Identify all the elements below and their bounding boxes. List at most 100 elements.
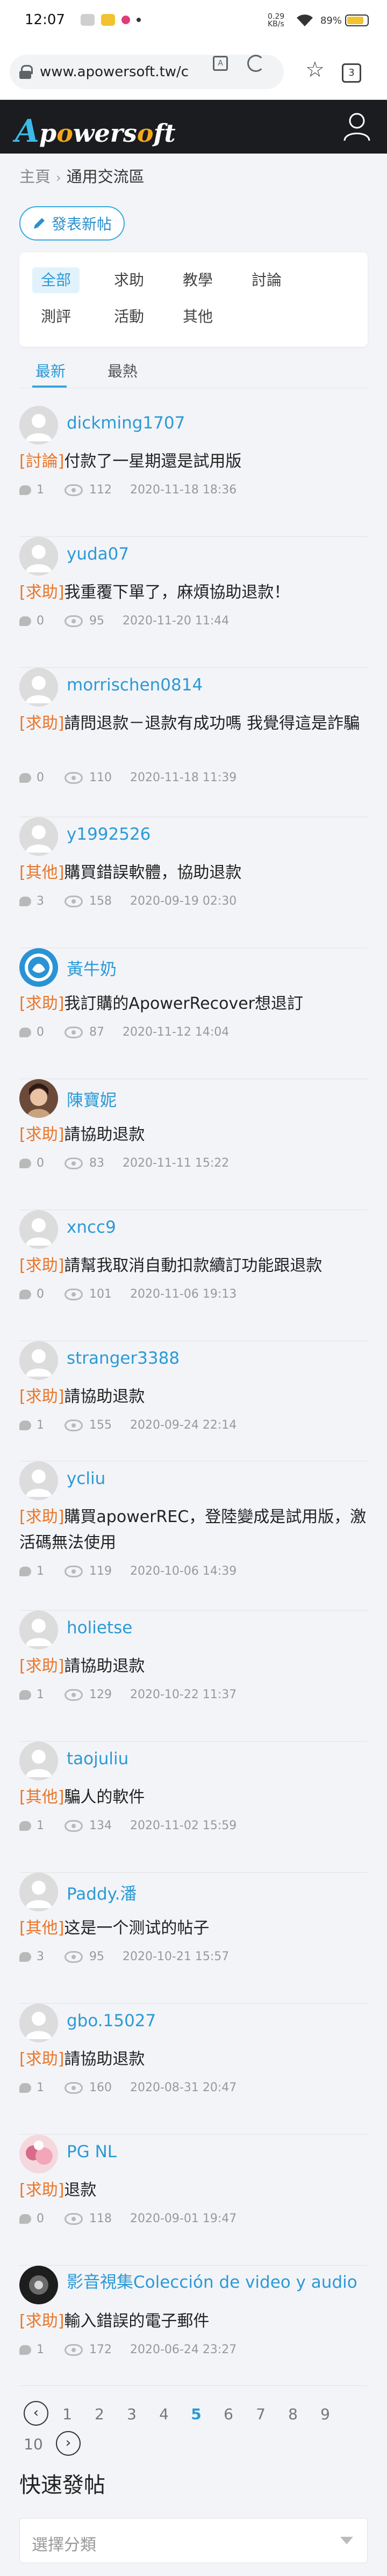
post-username[interactable]: 陳寶妮	[67, 1087, 117, 1111]
user-avatar[interactable]	[19, 817, 58, 856]
reload-icon[interactable]	[247, 55, 264, 72]
post-title[interactable]: [求助]請協助退款	[19, 1654, 368, 1679]
post-title[interactable]: [求助]我重覆下單了，麻煩協助退款！	[19, 580, 368, 606]
user-avatar[interactable]	[19, 2266, 58, 2304]
post-item[interactable]: 影音視集Colección de video y audio [求助]輸入錯誤的電…	[19, 2266, 368, 2386]
post-item[interactable]: y1992526 [其他]購買錯誤軟體，協助退款 3 158 2020-09-19 02…	[19, 817, 368, 948]
user-avatar[interactable]	[19, 537, 58, 576]
post-title-text[interactable]: 我訂購的ApowerRecover想退訂	[64, 994, 303, 1013]
post-title[interactable]: [求助]請問退款－退款有成功嗎 我覺得這是詐騙	[19, 711, 368, 737]
post-username[interactable]: 影音視集Colección de video y audio	[67, 2273, 368, 2291]
post-title-text[interactable]: 輸入錯誤的電子郵件	[64, 2312, 209, 2331]
sort-tab-latest[interactable]: 最新	[35, 360, 66, 381]
post-title-text[interactable]: 請問退款－退款有成功嗎 我覺得這是詐騙	[64, 714, 360, 733]
post-title-text[interactable]: 請協助退款	[64, 1387, 145, 1406]
user-avatar[interactable]	[19, 1210, 58, 1249]
category-event[interactable]: 活動	[105, 304, 153, 330]
post-title-text[interactable]: 付款了一星期還是試用版	[64, 452, 241, 471]
post-username[interactable]: taojuliu	[67, 1749, 128, 1769]
user-avatar[interactable]	[19, 1461, 58, 1500]
post-item[interactable]: taojuliu [其他]騙人的軟件 1 134 2020-11-02 15:59	[19, 1742, 368, 1873]
user-avatar[interactable]	[19, 2004, 58, 2042]
post-title[interactable]: [求助]請協助退款	[19, 2047, 368, 2072]
page-link[interactable]: 1	[59, 2405, 75, 2423]
category-select[interactable]: 選擇分類	[19, 2518, 368, 2563]
user-avatar[interactable]	[19, 948, 58, 987]
post-username[interactable]: xncc9	[67, 1218, 116, 1237]
post-title[interactable]: [其他]購買錯誤軟體，協助退款	[19, 860, 368, 886]
post-item[interactable]: holietse [求助]請協助退款 1 129 2020-10-22 11:37	[19, 1611, 368, 1742]
post-title[interactable]: [求助]輸入錯誤的電子郵件	[19, 2309, 368, 2334]
post-title-text[interactable]: 請協助退款	[64, 2050, 145, 2069]
page-link-current[interactable]: 5	[188, 2405, 204, 2423]
category-help[interactable]: 求助	[105, 267, 153, 293]
post-item[interactable]: PG NL [求助]退款 0 118 2020-09-01 19:47	[19, 2135, 368, 2266]
category-discussion[interactable]: 討論	[243, 267, 290, 293]
post-title-text[interactable]: 請幫我取消自動扣款續訂功能跟退款	[64, 1256, 322, 1275]
post-title[interactable]: [求助]購買apowerREC，登陸變成是試用版，激活碼無法使用	[19, 1504, 368, 1556]
post-item[interactable]: ycliu [求助]購買apowerREC，登陸變成是試用版，激活碼無法使用 1 11…	[19, 1461, 368, 1611]
category-other[interactable]: 其他	[174, 304, 221, 330]
user-avatar[interactable]	[19, 1611, 58, 1649]
post-item[interactable]: morrischen0814 [求助]請問退款－退款有成功嗎 我覺得這是詐騙 0 11…	[19, 668, 368, 817]
post-username[interactable]: holietse	[67, 1618, 132, 1638]
lock-icon[interactable]	[19, 65, 33, 79]
post-username[interactable]: gbo.15027	[67, 2011, 156, 2031]
breadcrumb-home-link[interactable]: 主頁	[19, 168, 51, 186]
next-page-button[interactable]: ›	[56, 2431, 81, 2456]
post-title-text[interactable]: 購買錯誤軟體，協助退款	[64, 863, 241, 882]
user-avatar[interactable]	[19, 1079, 58, 1118]
page-link[interactable]: 4	[156, 2405, 172, 2423]
post-title[interactable]: [其他]这是一个测试的帖子	[19, 1916, 368, 1941]
user-avatar[interactable]	[19, 1873, 58, 1911]
page-link[interactable]: 6	[220, 2405, 236, 2423]
site-logo[interactable]: Apowersoft	[15, 113, 176, 149]
page-link[interactable]: 9	[317, 2405, 333, 2423]
post-item[interactable]: gbo.15027 [求助]請協助退款 1 160 2020-08-31 20:47	[19, 2004, 368, 2135]
post-title-text[interactable]: 購買apowerREC，登陸變成是試用版，激活碼無法使用	[19, 1508, 366, 1552]
post-item[interactable]: stranger3388 [求助]請協助退款 1 155 2020-09-24 22:1…	[19, 1341, 368, 1461]
post-title-text[interactable]: 請協助退款	[64, 1657, 145, 1676]
post-username[interactable]: dickming1707	[67, 413, 185, 433]
page-link[interactable]: 8	[285, 2405, 301, 2423]
post-username[interactable]: yuda07	[67, 544, 129, 564]
post-title-text[interactable]: 騙人的軟件	[64, 1788, 145, 1807]
post-username[interactable]: ycliu	[67, 1469, 105, 1488]
post-username[interactable]: stranger3388	[67, 1349, 180, 1368]
post-title-text[interactable]: 这是一个测试的帖子	[64, 1919, 209, 1938]
post-username[interactable]: y1992526	[67, 825, 150, 844]
address-bar[interactable]: www.apowersoft.tw/c	[10, 55, 284, 89]
post-title[interactable]: [求助]請協助退款	[19, 1384, 368, 1410]
page-link[interactable]: 3	[124, 2405, 140, 2423]
post-title-text[interactable]: 我重覆下單了，麻煩協助退款！	[64, 583, 290, 602]
new-post-button[interactable]: 發表新帖	[19, 206, 125, 241]
post-username[interactable]: morrischen0814	[67, 675, 203, 695]
post-item[interactable]: 陳寶妮 [求助]請協助退款 0 83 2020-11-11 15:22	[19, 1079, 368, 1210]
post-item[interactable]: Paddy.潘 [其他]这是一个测试的帖子 3 95 2020-10-21 15:57	[19, 1873, 368, 2004]
post-title[interactable]: [其他]騙人的軟件	[19, 1785, 368, 1810]
bookmark-star-icon[interactable]: ☆	[305, 59, 325, 81]
post-title[interactable]: [求助]請協助退款	[19, 1122, 368, 1148]
post-username[interactable]: Paddy.潘	[67, 1880, 137, 1904]
prev-page-button[interactable]: ‹	[24, 2401, 48, 2426]
user-avatar[interactable]	[19, 406, 58, 445]
post-title[interactable]: [討論]付款了一星期還是試用版	[19, 449, 368, 475]
page-link[interactable]: 2	[91, 2405, 108, 2423]
post-item[interactable]: xncc9 [求助]請幫我取消自動扣款續訂功能跟退款 0 101 2020-11-06 …	[19, 1210, 368, 1341]
post-username[interactable]: PG NL	[67, 2142, 117, 2162]
post-item[interactable]: yuda07 [求助]我重覆下單了，麻煩協助退款！ 0 95 2020-11-20 11…	[19, 537, 368, 668]
category-review[interactable]: 測評	[32, 304, 80, 330]
user-avatar[interactable]	[19, 1341, 58, 1380]
user-avatar[interactable]	[19, 668, 58, 707]
post-title-text[interactable]: 請協助退款	[64, 1125, 145, 1144]
page-link[interactable]: 10	[23, 2435, 44, 2453]
category-all[interactable]: 全部	[32, 267, 80, 293]
reader-mode-icon[interactable]: A	[213, 56, 228, 71]
user-avatar[interactable]	[19, 1742, 58, 1780]
tab-switcher-button[interactable]: 3	[342, 63, 361, 83]
page-link[interactable]: 7	[253, 2405, 269, 2423]
user-account-icon[interactable]	[343, 112, 371, 142]
post-title[interactable]: [求助]退款	[19, 2178, 368, 2203]
user-avatar[interactable]	[19, 2135, 58, 2173]
post-username[interactable]: 黃牛奶	[67, 956, 117, 980]
